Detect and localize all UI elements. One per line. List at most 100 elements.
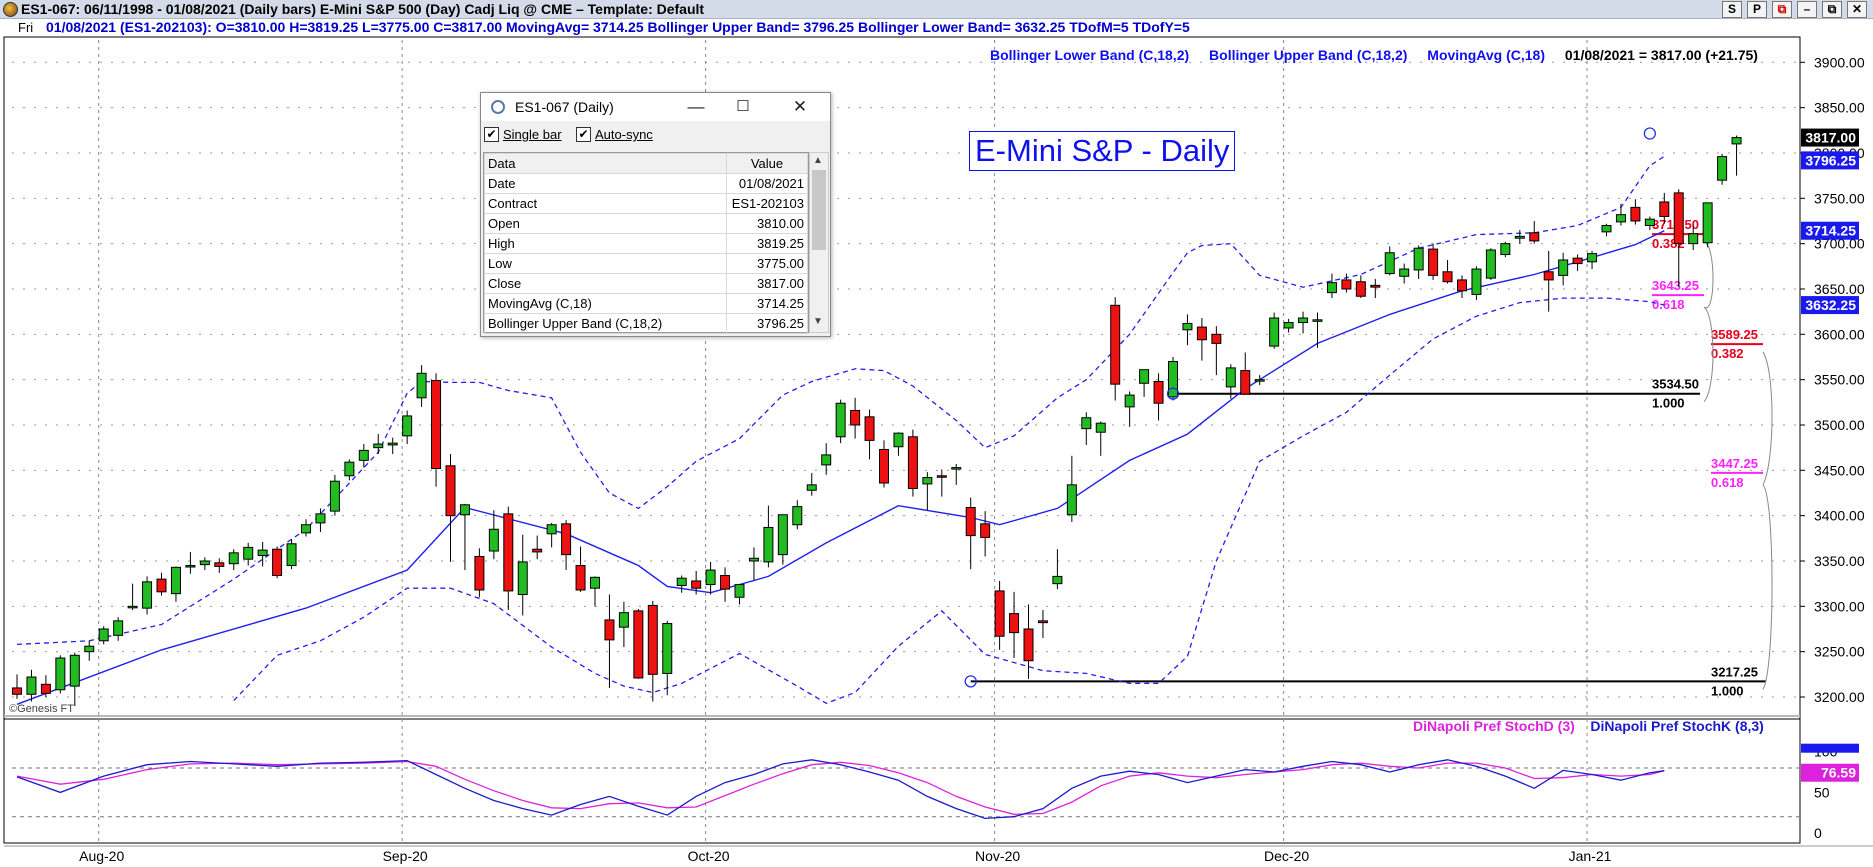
table-row[interactable]: Bollinger Upper Band (C,18,2) 3796.25 — [484, 313, 808, 334]
candle-up — [763, 526, 774, 563]
y-tick-label: 3450.00 — [1814, 462, 1865, 478]
candle-up — [1688, 233, 1699, 245]
candle-up — [1298, 317, 1309, 324]
fib-price-label: 3534.50 — [1652, 377, 1699, 392]
candle-up — [402, 415, 413, 437]
candle-up — [792, 506, 803, 526]
fib-connector — [1762, 351, 1773, 486]
price-chart[interactable]: 3200.00 3250.00 3300.00 3350.00 3400.00 3450.… — [0, 0, 1873, 867]
candle-up — [705, 569, 716, 586]
candle-up — [951, 467, 962, 470]
candle-up — [1413, 247, 1424, 271]
magnifier-icon — [491, 100, 505, 114]
y-tick-label: 3600.00 — [1814, 326, 1865, 342]
fib-ratio-label: 1.000 — [1652, 396, 1685, 411]
single-bar-checkbox[interactable]: ✔ — [484, 127, 499, 142]
candle-down — [1659, 201, 1670, 217]
candle-up — [358, 449, 369, 461]
row-label: Low — [484, 253, 727, 274]
dialog-data-grid[interactable]: Data Value Date 01/08/2021 Contract ES1-20… — [483, 152, 809, 334]
indicator-legend: DiNapoli Pref StochD (3) DiNapoli Pref S… — [1413, 718, 1764, 734]
row-value: ES1-202103 — [726, 193, 808, 214]
swing-point-marker — [1643, 127, 1656, 140]
candle-up — [1326, 282, 1337, 294]
candle-down — [965, 506, 976, 537]
candle-up — [546, 524, 557, 535]
x-tick-label: Jan-21 — [1569, 848, 1612, 864]
row-label: Close — [484, 273, 727, 294]
candle-up — [517, 561, 528, 596]
candle-up — [1514, 235, 1525, 239]
candle-up — [1312, 319, 1323, 322]
fib-ratio-label: 0.618 — [1652, 297, 1685, 312]
scroll-thumb[interactable] — [812, 170, 826, 250]
table-row[interactable]: MovingAvg (C,18) 3714.25 — [484, 293, 808, 314]
candle-up — [142, 581, 153, 609]
dialog-minimize-button[interactable]: — — [674, 93, 718, 121]
dialog-maximize-button[interactable]: ☐ — [721, 93, 765, 121]
candle-down — [1572, 257, 1583, 265]
candle-up — [1095, 422, 1106, 433]
row-value: 3775.00 — [726, 253, 808, 274]
data-window-dialog[interactable]: ES1-067 (Daily) — ☐ ✕ ✔ Single bar ✔ Aut… — [480, 92, 831, 337]
y-tick-label: 3250.00 — [1814, 644, 1865, 660]
table-row[interactable]: High 3819.25 — [484, 233, 808, 254]
upper-band-badge: 3796.25 — [1805, 152, 1856, 168]
candle-up — [243, 546, 254, 560]
scroll-down-icon[interactable]: ▼ — [813, 316, 823, 327]
candle-down — [1196, 326, 1207, 341]
row-value: 3714.25 — [726, 293, 808, 314]
candle-down — [40, 683, 51, 694]
stoch-tick-label: 0 — [1814, 825, 1822, 841]
candle-up — [69, 654, 80, 687]
table-row[interactable]: Open 3810.00 — [484, 213, 808, 234]
candle-up — [1124, 394, 1135, 408]
candle-up — [344, 461, 355, 477]
scroll-up-icon[interactable]: ▲ — [813, 155, 823, 166]
candle-up — [676, 577, 687, 586]
row-label: Contract — [484, 193, 727, 214]
candle-up — [1644, 218, 1655, 227]
auto-sync-checkbox[interactable]: ✔ — [576, 127, 591, 142]
col-header-data[interactable]: Data — [484, 153, 727, 174]
y-tick-label: 3650.00 — [1814, 281, 1865, 297]
candle-down — [1240, 370, 1251, 395]
legend-stochk: DiNapoli Pref StochK (8,3) — [1590, 718, 1764, 734]
col-header-value[interactable]: Value — [726, 153, 808, 174]
candle-down — [1211, 333, 1222, 344]
stochk-line — [16, 759, 1665, 820]
candle-down — [445, 465, 456, 517]
lower-band-badge: 3632.25 — [1805, 297, 1856, 313]
candle-up — [387, 442, 398, 446]
candle-down — [431, 380, 442, 470]
table-row[interactable]: Contract ES1-202103 — [484, 193, 808, 214]
dialog-title-bar[interactable]: ES1-067 (Daily) — ☐ ✕ — [481, 93, 830, 121]
candle-up — [199, 560, 210, 566]
table-row[interactable]: Close 3817.00 — [484, 273, 808, 294]
candle-up — [1225, 367, 1236, 388]
table-row[interactable]: Date 01/08/2021 — [484, 173, 808, 194]
candle-up — [488, 528, 499, 552]
x-tick-label: Dec-20 — [1264, 848, 1309, 864]
overlay-legend: Bollinger Lower Band (C,18,2) Bollinger … — [990, 47, 1774, 63]
y-tick-label: 3500.00 — [1814, 417, 1865, 433]
row-value: 3796.25 — [726, 313, 808, 334]
dialog-close-button[interactable]: ✕ — [778, 93, 822, 121]
row-value: 3817.00 — [726, 273, 808, 294]
fib-connector — [1762, 484, 1773, 690]
fib-price-label: 3217.25 — [1711, 664, 1758, 679]
row-label: Bollinger Upper Band (C,18,2) — [484, 313, 727, 334]
candle-up — [98, 628, 109, 642]
candle-up — [1081, 417, 1092, 430]
fib-ratio-label: 0.382 — [1711, 346, 1744, 361]
y-tick-label: 3350.00 — [1814, 553, 1865, 569]
candle-down — [1037, 620, 1048, 624]
y-tick-label: 3750.00 — [1814, 190, 1865, 206]
candle-up — [113, 620, 124, 636]
candle-down — [156, 578, 167, 593]
chart-title[interactable]: E-Mini S&P - Daily — [969, 131, 1236, 171]
candle-down — [1673, 192, 1684, 245]
dialog-scrollbar[interactable]: ▲ ▼ — [809, 152, 829, 333]
table-row[interactable]: Low 3775.00 — [484, 253, 808, 274]
candle-down — [474, 555, 485, 591]
